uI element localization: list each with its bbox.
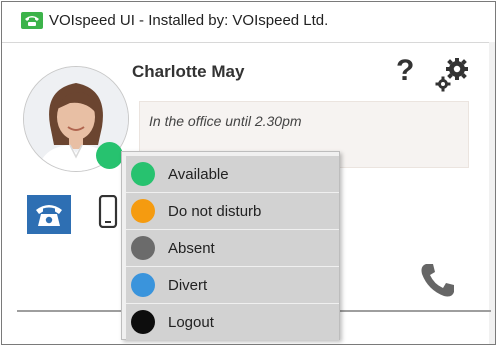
status-option-logout[interactable]: Logout [126,304,339,340]
logout-status-icon [131,310,155,334]
window-edge [489,42,495,344]
available-status-icon [131,162,155,186]
status-message: In the office until 2.30pm [149,113,302,129]
app-window: VOIspeed UI - Installed by: VOIspeed Ltd… [1,1,496,345]
help-button[interactable]: ? [396,54,414,88]
contact-name: Charlotte May [132,62,245,81]
desk-phone-icon [36,205,62,226]
status-option-available[interactable]: Available [126,156,339,192]
status-option-label: Absent [168,239,215,257]
question-mark-icon: ? [396,54,415,87]
phone-app-icon [21,12,43,29]
divert-status-icon [131,273,155,297]
gear-icon[interactable] [434,57,470,93]
status-dropdown-menu: Available Do not disturb Absent Divert L… [121,151,340,340]
handset-icon[interactable] [418,260,458,300]
status-option-label: Logout [168,313,214,331]
status-option-label: Divert [168,276,208,294]
status-option-absent[interactable]: Absent [126,230,339,266]
status-option-divert[interactable]: Divert [126,267,339,303]
window-title: VOIspeed UI - Installed by: VOIspeed Ltd… [49,12,329,29]
status-option-label: Available [168,165,229,183]
absent-status-icon [131,236,155,260]
presence-status-dot[interactable] [96,142,123,169]
title-bar: VOIspeed UI - Installed by: VOIspeed Ltd… [2,2,495,43]
mobile-phone-icon[interactable] [98,195,118,228]
status-option-do-not-disturb[interactable]: Do not disturb [126,193,339,229]
status-option-label: Do not disturb [168,202,262,220]
desk-phone-button[interactable] [27,195,71,234]
do-not-disturb-status-icon [131,199,155,223]
